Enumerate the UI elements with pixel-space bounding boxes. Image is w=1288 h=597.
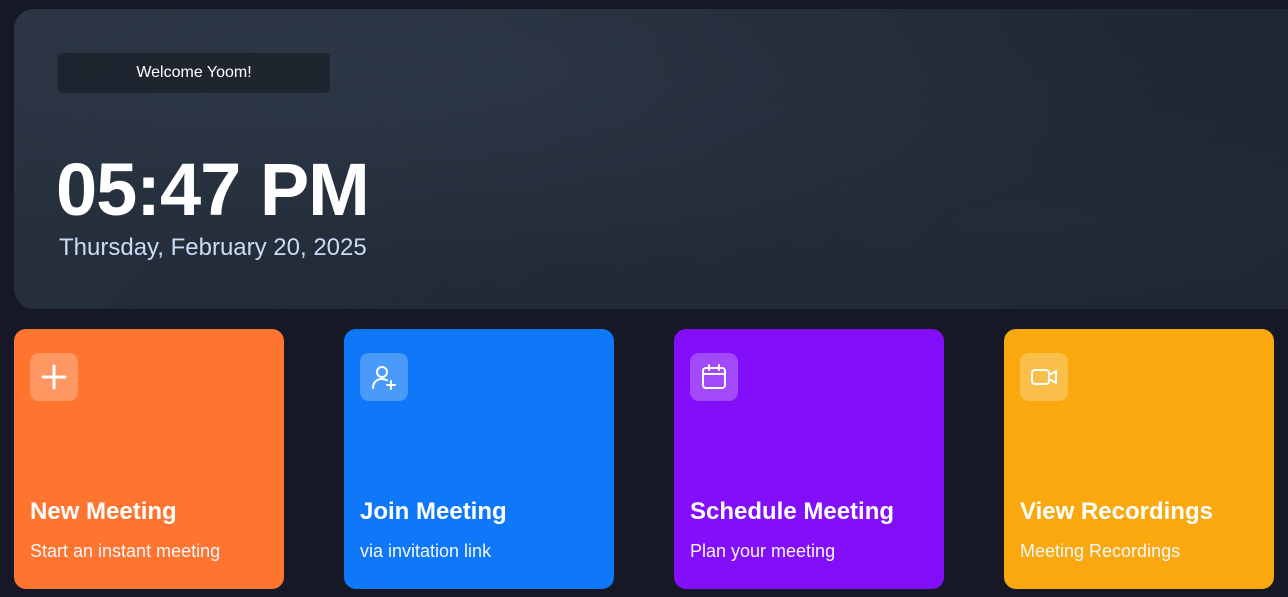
card-title: Schedule Meeting: [690, 498, 895, 525]
join-meeting-card[interactable]: Join Meeting via invitation link: [344, 329, 614, 589]
plus-icon: [30, 353, 78, 401]
card-title: View Recordings: [1020, 498, 1213, 525]
card-title: Join Meeting: [360, 498, 507, 525]
schedule-meeting-card[interactable]: Schedule Meeting Plan your meeting: [674, 329, 944, 589]
view-recordings-card[interactable]: View Recordings Meeting Recordings: [1004, 329, 1274, 589]
calendar-icon: [690, 353, 738, 401]
card-title: New Meeting: [30, 498, 177, 525]
welcome-badge: Welcome Yoom!: [58, 53, 330, 93]
welcome-text: Welcome Yoom!: [136, 64, 252, 81]
card-subtitle: Plan your meeting: [690, 541, 836, 561]
current-date: Thursday, February 20, 2025: [59, 234, 367, 261]
new-meeting-card[interactable]: New Meeting Start an instant meeting: [14, 329, 284, 589]
video-icon: [1020, 353, 1068, 401]
current-time: 05:47 PM: [56, 148, 370, 231]
card-subtitle: via invitation link: [360, 541, 492, 561]
user-add-icon: [360, 353, 408, 401]
card-subtitle: Start an instant meeting: [30, 541, 221, 561]
hero-banner: Welcome Yoom! 05:47 PM Thursday, Februar…: [14, 9, 1288, 309]
card-subtitle: Meeting Recordings: [1020, 541, 1181, 561]
